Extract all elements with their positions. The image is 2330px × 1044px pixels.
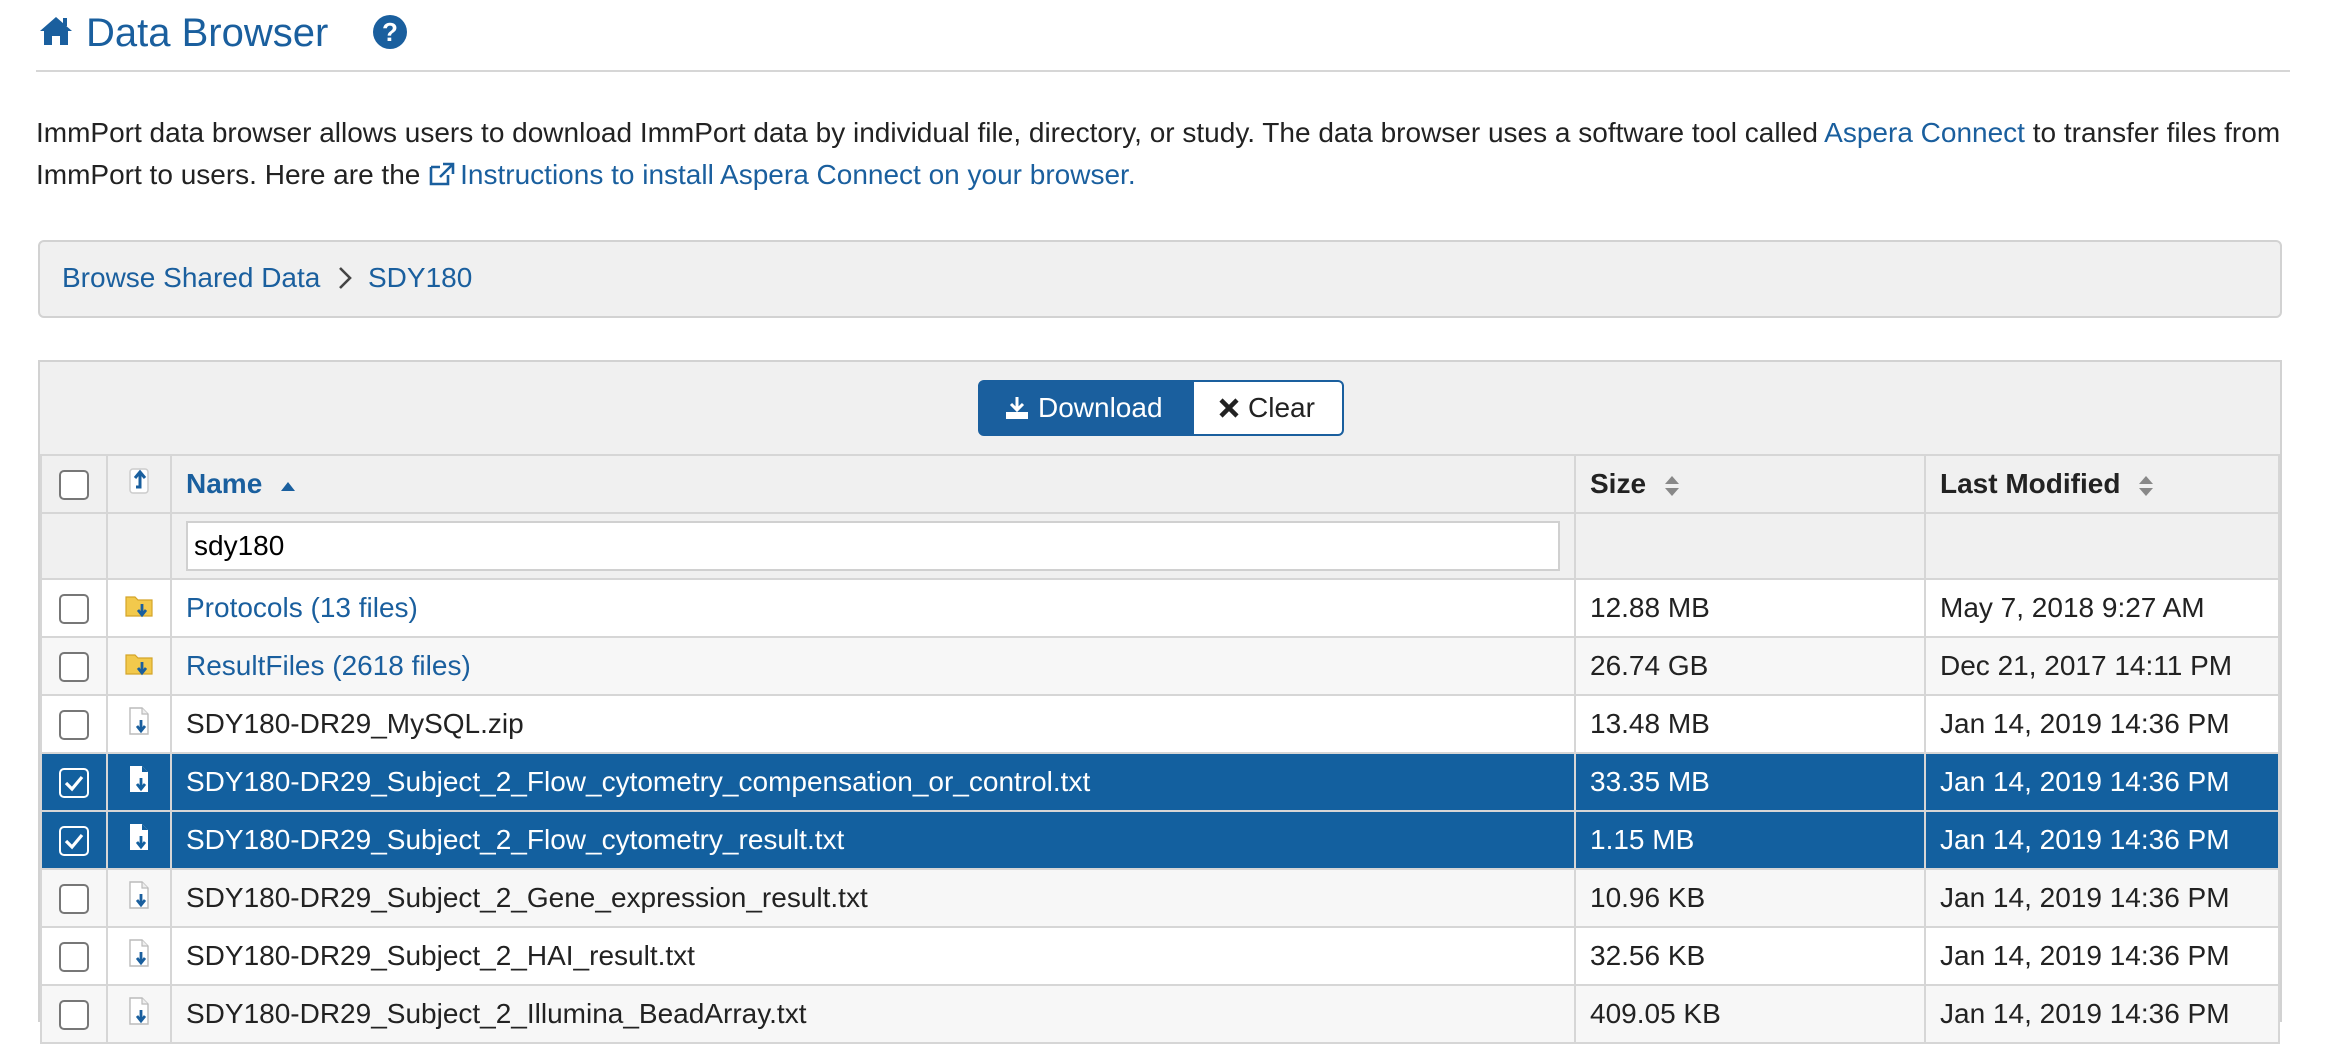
- folder-download-icon: [125, 595, 153, 617]
- instructions-link-label: Instructions to install Aspera Connect o…: [460, 159, 1136, 190]
- times-icon: [1219, 398, 1239, 418]
- table-row[interactable]: SDY180-DR29_Subject_2_Illumina_BeadArray…: [40, 984, 2280, 1044]
- external-link-icon: [429, 162, 455, 186]
- table-row[interactable]: SDY180-DR29_Subject_2_Flow_cytometry_com…: [40, 752, 2280, 812]
- sort-icon: [2139, 475, 2154, 496]
- size-column-label: Size: [1590, 468, 1647, 499]
- file-download-icon: [130, 823, 148, 850]
- row-checkbox[interactable]: [59, 768, 89, 799]
- file-name: SDY180-DR29_Subject_2_Illumina_BeadArray…: [170, 984, 1576, 1044]
- select-all-checkbox[interactable]: [59, 470, 89, 501]
- file-name: SDY180-DR29_MySQL.zip: [170, 694, 1576, 754]
- file-size: 13.48 MB: [1574, 694, 1926, 754]
- file-size: 32.56 KB: [1574, 926, 1926, 986]
- file-modified: Jan 14, 2019 14:36 PM: [1924, 868, 2280, 928]
- clear-button-label: Clear: [1248, 392, 1315, 423]
- name-column-label: Name: [186, 468, 263, 499]
- file-size: 409.05 KB: [1574, 984, 1926, 1044]
- file-modified: Jan 14, 2019 14:36 PM: [1924, 926, 2280, 986]
- download-button-label: Download: [1038, 392, 1163, 423]
- file-download-icon: [129, 938, 149, 967]
- file-download-icon: [130, 765, 148, 792]
- check-icon: [64, 834, 84, 850]
- breadcrumb: Browse Shared Data SDY180: [38, 240, 2282, 318]
- aspera-connect-link[interactable]: Aspera Connect: [1824, 117, 2025, 148]
- intro-text-1: ImmPort data browser allows users to dow…: [36, 117, 1825, 148]
- table-row[interactable]: Protocols (13 files) 12.88 MB May 7, 2018 …: [40, 578, 2280, 638]
- table-row[interactable]: ResultFiles (2618 files) 26.74 GB Dec 21, …: [40, 636, 2280, 696]
- action-button-group: Download Clear: [978, 380, 1344, 436]
- file-download-icon: [129, 706, 149, 735]
- row-checkbox[interactable]: [59, 884, 89, 915]
- file-table: Name Size Last Modified sdy180 Protocols…: [40, 454, 2280, 1044]
- file-modified: Jan 14, 2019 14:36 PM: [1924, 694, 2280, 754]
- file-size: 33.35 MB: [1574, 752, 1926, 812]
- file-size: 1.15 MB: [1574, 810, 1926, 870]
- file-modified: Jan 14, 2019 14:36 PM: [1924, 810, 2280, 870]
- breadcrumb-root[interactable]: Browse Shared Data: [62, 260, 320, 296]
- help-icon[interactable]: ?: [372, 14, 408, 50]
- table-row[interactable]: SDY180-DR29_MySQL.zip 13.48 MB Jan 14, 201…: [40, 694, 2280, 754]
- page-header: Data Browser ?: [36, 0, 2290, 72]
- chevron-right-icon: [339, 267, 352, 289]
- file-size: 12.88 MB: [1574, 578, 1926, 638]
- file-name: SDY180-DR29_Subject_2_Flow_cytometry_res…: [170, 810, 1576, 870]
- page-title: Data Browser: [86, 11, 329, 55]
- file-modified: Jan 14, 2019 14:36 PM: [1924, 984, 2280, 1044]
- table-row[interactable]: SDY180-DR29_Subject_2_HAI_result.txt 32.5…: [40, 926, 2280, 986]
- row-checkbox[interactable]: [59, 942, 89, 973]
- file-name: SDY180-DR29_Subject_2_Gene_expression_re…: [170, 868, 1576, 928]
- row-checkbox[interactable]: [59, 710, 89, 741]
- file-modified: Dec 21, 2017 14:11 PM: [1924, 636, 2280, 696]
- modified-column-label: Last Modified: [1940, 468, 2121, 499]
- name-filter-input[interactable]: [186, 521, 1560, 571]
- name-column-header[interactable]: Name: [170, 454, 1576, 514]
- home-icon[interactable]: [38, 14, 74, 48]
- sort-icon: [1664, 475, 1679, 496]
- file-modified: May 7, 2018 9:27 AM: [1924, 578, 2280, 638]
- table-row[interactable]: SDY180-DR29_Subject_2_Gene_expression_re…: [40, 868, 2280, 928]
- instructions-link[interactable]: Instructions to install Aspera Connect o…: [428, 159, 1136, 190]
- size-column-header[interactable]: Size: [1574, 454, 1926, 514]
- level-up-icon[interactable]: [126, 467, 152, 495]
- file-download-icon: [129, 880, 149, 909]
- modified-column-header[interactable]: Last Modified: [1924, 454, 2280, 514]
- svg-text:?: ?: [382, 17, 398, 47]
- filter-row: [40, 512, 2280, 580]
- file-size: 10.96 KB: [1574, 868, 1926, 928]
- file-name[interactable]: Protocols (13 files): [170, 578, 1576, 638]
- row-checkbox[interactable]: [59, 826, 89, 857]
- file-modified: Jan 14, 2019 14:36 PM: [1924, 752, 2280, 812]
- table-header-row: Name Size Last Modified: [40, 454, 2280, 514]
- check-icon: [64, 776, 84, 792]
- download-button[interactable]: Download: [978, 380, 1194, 436]
- row-checkbox[interactable]: [59, 652, 89, 683]
- file-name[interactable]: ResultFiles (2618 files): [170, 636, 1576, 696]
- file-name: SDY180-DR29_Subject_2_Flow_cytometry_com…: [170, 752, 1576, 812]
- download-icon: [1006, 397, 1028, 419]
- intro-paragraph: ImmPort data browser allows users to dow…: [36, 112, 2306, 196]
- clear-button[interactable]: Clear: [1194, 380, 1344, 436]
- file-download-icon: [129, 996, 149, 1025]
- row-checkbox[interactable]: [59, 594, 89, 625]
- file-name: SDY180-DR29_Subject_2_HAI_result.txt: [170, 926, 1576, 986]
- table-row[interactable]: SDY180-DR29_Subject_2_Flow_cytometry_res…: [40, 810, 2280, 870]
- file-panel: Download Clear Name Size Last Modified s…: [38, 360, 2282, 1044]
- row-checkbox[interactable]: [59, 1000, 89, 1031]
- breadcrumb-current[interactable]: SDY180: [368, 260, 472, 296]
- file-size: 26.74 GB: [1574, 636, 1926, 696]
- folder-download-icon: [125, 653, 153, 675]
- sort-asc-icon: [281, 481, 296, 491]
